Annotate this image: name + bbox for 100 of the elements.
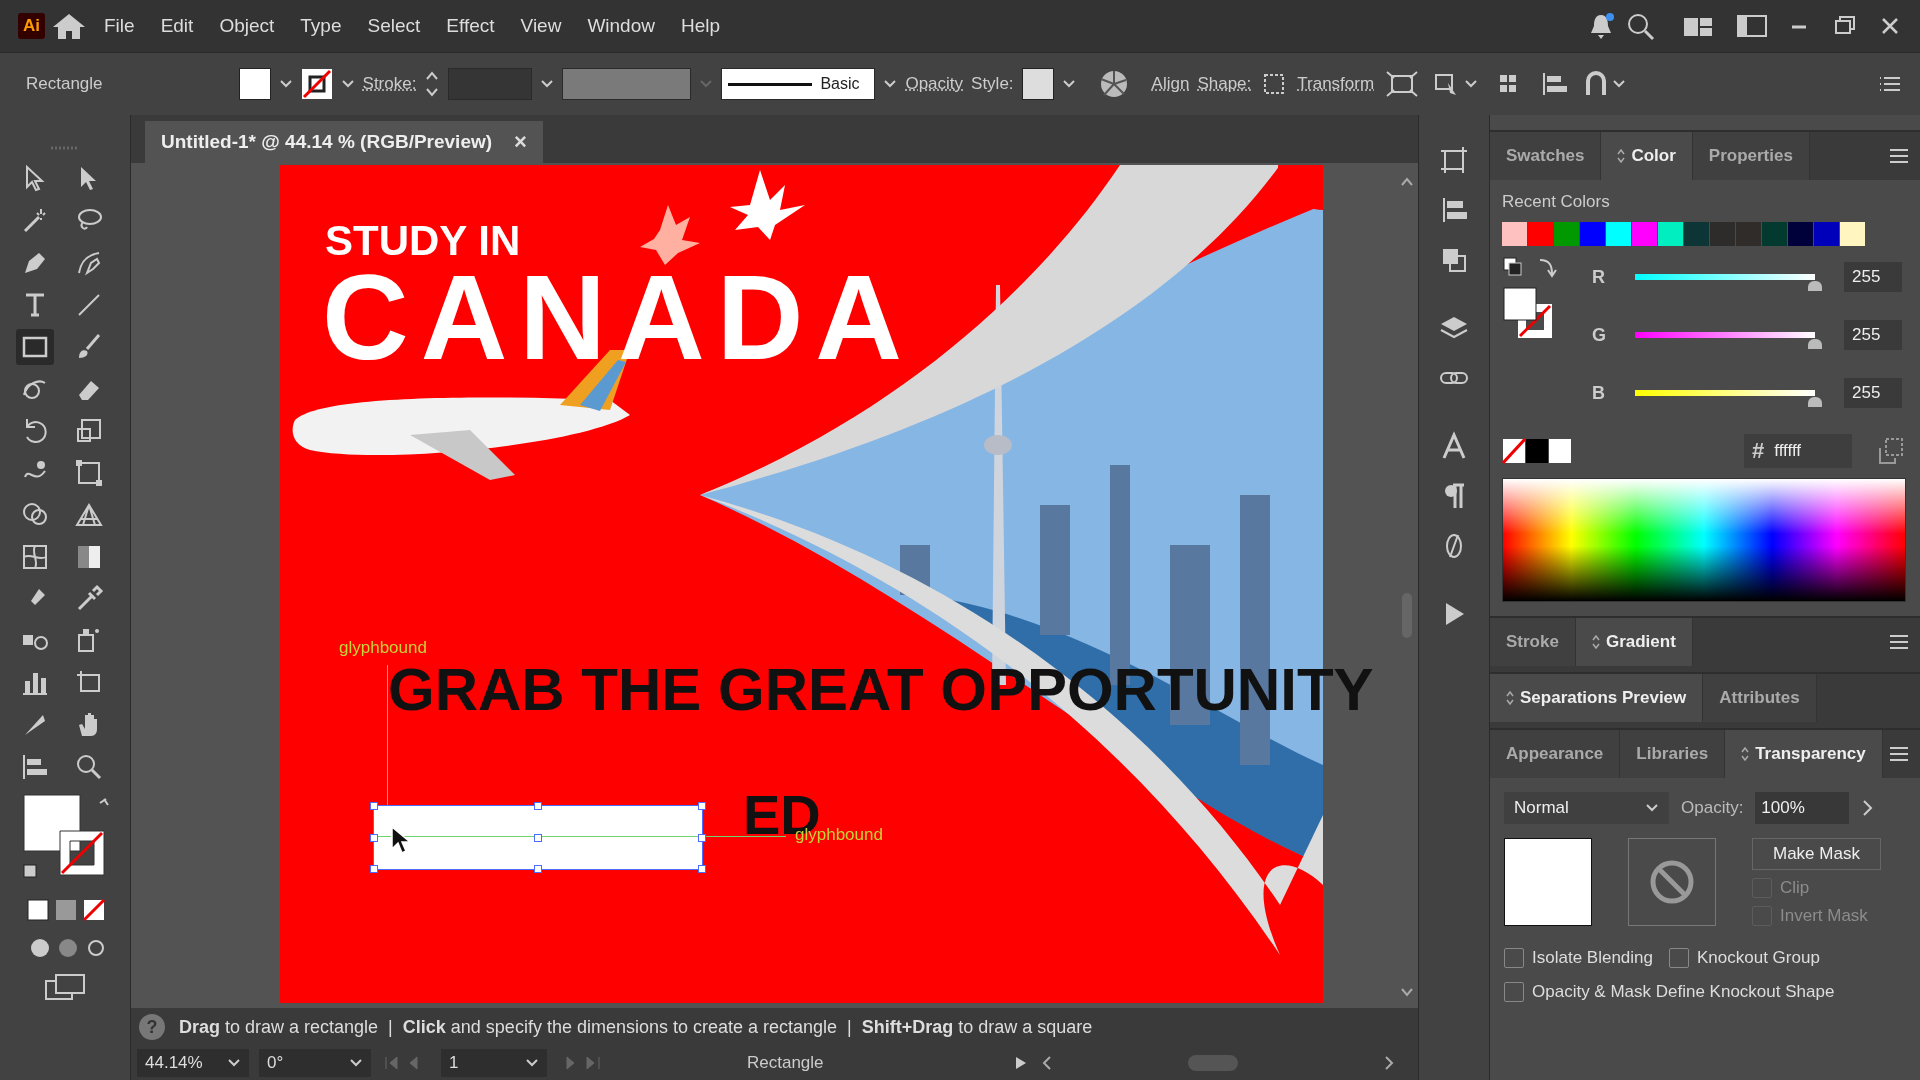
menu-item[interactable]: View xyxy=(509,11,573,41)
value-field[interactable]: 255 xyxy=(1844,378,1902,408)
panel-tab[interactable]: Stroke xyxy=(1490,618,1576,666)
caret-icon[interactable] xyxy=(278,79,293,89)
hex-field[interactable]: # ffffff xyxy=(1744,434,1852,468)
color-swatch[interactable] xyxy=(1554,222,1579,246)
opacity-link[interactable]: Opacity xyxy=(905,74,964,94)
align-link[interactable]: Align xyxy=(1151,74,1190,94)
caret-icon[interactable] xyxy=(227,1058,241,1068)
menu-item[interactable]: Type xyxy=(289,11,353,41)
style-swatch[interactable] xyxy=(1021,68,1054,100)
menu-item[interactable]: Select xyxy=(356,11,432,41)
artboard-field[interactable]: 1 xyxy=(441,1049,547,1077)
caret-icon[interactable] xyxy=(349,1058,363,1068)
rotation-field[interactable]: 0° xyxy=(259,1049,371,1077)
updown-icon xyxy=(1506,691,1514,705)
caret-icon[interactable] xyxy=(525,1058,539,1068)
selection-handle[interactable] xyxy=(370,802,378,810)
color-presets-icon[interactable] xyxy=(1502,438,1574,464)
variable-width-field[interactable] xyxy=(562,68,692,100)
section-label: Recent Colors xyxy=(1502,192,1611,212)
selection-handle[interactable] xyxy=(370,865,378,873)
color-swatch[interactable] xyxy=(1840,222,1865,246)
color-swatch[interactable] xyxy=(1580,222,1605,246)
caret-icon[interactable] xyxy=(883,79,898,89)
slider-thumb[interactable] xyxy=(1808,339,1822,349)
color-swatch[interactable] xyxy=(1658,222,1683,246)
color-swatch[interactable] xyxy=(1788,222,1813,246)
play-icon[interactable] xyxy=(1013,1055,1028,1071)
panel-tab[interactable]: Libraries xyxy=(1620,730,1726,778)
menu-item[interactable]: Edit xyxy=(149,11,205,41)
tab-label: Swatches xyxy=(1506,146,1585,166)
menu-icon[interactable] xyxy=(1888,746,1910,762)
fill-swatch[interactable] xyxy=(238,68,271,100)
selection-handle[interactable] xyxy=(698,834,706,842)
slider-thumb[interactable] xyxy=(1808,397,1822,407)
color-swatch[interactable] xyxy=(1502,222,1527,246)
color-swatch[interactable] xyxy=(1684,222,1709,246)
menu-icon[interactable] xyxy=(1888,634,1910,650)
brush-field[interactable]: Basic xyxy=(721,68,876,100)
close-button[interactable]: × xyxy=(514,129,527,155)
artboards-icon[interactable] xyxy=(1439,145,1469,175)
checkbox-label: Clip xyxy=(1780,878,1810,898)
transform-link[interactable]: Transform xyxy=(1297,74,1375,94)
color-swatch[interactable] xyxy=(1814,222,1839,246)
color-swatch[interactable] xyxy=(1736,222,1761,246)
panel-tab[interactable]: Swatches xyxy=(1490,132,1602,180)
panel-tab[interactable]: Transparency xyxy=(1725,730,1883,778)
menu-item[interactable]: Effect xyxy=(435,11,506,41)
menu-icon[interactable] xyxy=(1888,148,1910,164)
stroke-link[interactable]: Stroke: xyxy=(362,74,417,94)
color-swatch[interactable] xyxy=(1632,222,1657,246)
document-tab[interactable]: Untitled-1* @ 44.14 % (RGB/Preview) × xyxy=(145,121,543,163)
color-swatch[interactable] xyxy=(1762,222,1787,246)
stroke-weight-field[interactable] xyxy=(448,68,533,100)
stroke-swatch[interactable] xyxy=(300,68,333,100)
menu-item[interactable]: Object xyxy=(208,11,286,41)
panel-tab[interactable]: Properties xyxy=(1692,132,1810,180)
caret-icon[interactable] xyxy=(540,79,555,89)
copy-icon[interactable] xyxy=(1876,436,1906,466)
make-mask-button[interactable]: Make Mask xyxy=(1752,838,1881,870)
value-field[interactable]: 255 xyxy=(1844,262,1902,292)
selection-handle[interactable] xyxy=(534,865,542,873)
panel-tab[interactable]: Appearance xyxy=(1490,730,1621,778)
panel-tab[interactable]: Color xyxy=(1601,132,1693,180)
menu-item[interactable]: File xyxy=(93,11,146,41)
selection-handle[interactable] xyxy=(534,802,542,810)
opacity-field[interactable]: 100% xyxy=(1755,792,1850,824)
selected-rectangle[interactable] xyxy=(373,805,703,870)
blend-mode-dropdown[interactable]: Normal xyxy=(1504,792,1669,824)
slider-label: G xyxy=(1592,324,1606,346)
panel-tab[interactable]: Attributes xyxy=(1703,674,1817,722)
menu-item[interactable]: Help xyxy=(669,11,732,41)
panel-tab[interactable]: Gradient xyxy=(1575,618,1693,666)
selection-handle[interactable] xyxy=(698,865,706,873)
checkbox[interactable] xyxy=(1669,948,1689,968)
fill-stroke-icon[interactable] xyxy=(1502,286,1554,340)
free-transform-icon[interactable] xyxy=(73,457,105,489)
opacity-label: Opacity: xyxy=(1681,798,1744,818)
checkbox-label: Opacity & Mask Define Knockout Shape xyxy=(1532,982,1835,1002)
checkbox[interactable] xyxy=(1504,948,1524,968)
caret-icon[interactable] xyxy=(1645,803,1659,813)
selection-handle[interactable] xyxy=(534,834,542,842)
slider-thumb[interactable] xyxy=(1808,281,1822,291)
tab-label: Attributes xyxy=(1719,688,1800,708)
color-swatch[interactable] xyxy=(1528,222,1553,246)
panel-tab[interactable]: Separations Preview xyxy=(1490,674,1704,722)
selection-handle[interactable] xyxy=(370,834,378,842)
spinner-icon[interactable] xyxy=(424,69,441,99)
menu-item[interactable]: Window xyxy=(576,11,666,41)
selection-handle[interactable] xyxy=(698,802,706,810)
checkbox[interactable] xyxy=(1504,982,1524,1002)
color-spectrum[interactable] xyxy=(1502,478,1906,602)
color-swatch[interactable] xyxy=(1710,222,1735,246)
color-swatch[interactable] xyxy=(1606,222,1631,246)
zoom-field[interactable]: 44.14% xyxy=(137,1049,249,1077)
caret-icon[interactable] xyxy=(340,79,355,89)
value-field[interactable]: 255 xyxy=(1844,320,1902,350)
caret-icon[interactable] xyxy=(1061,79,1076,89)
shape-link[interactable]: Shape: xyxy=(1197,74,1252,94)
